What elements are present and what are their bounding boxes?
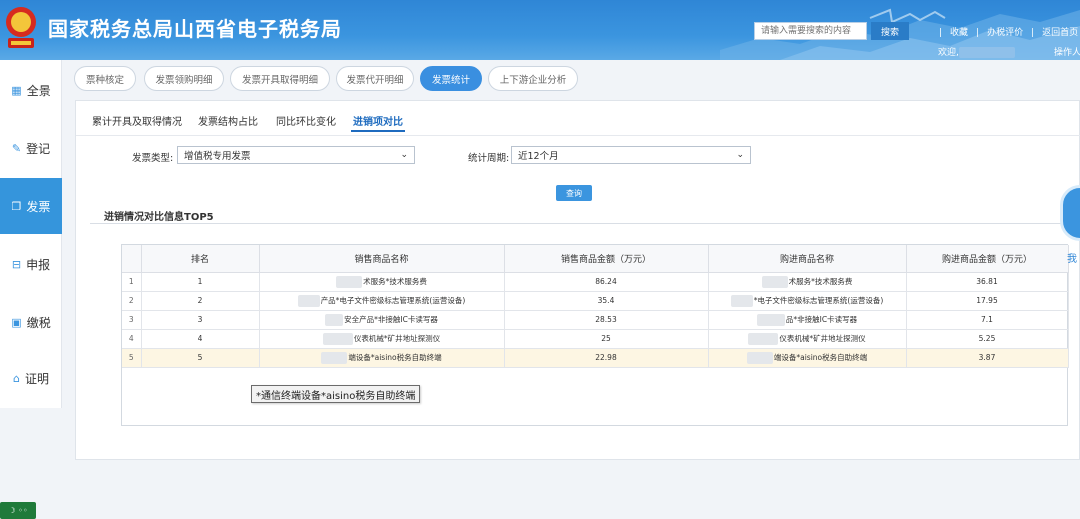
col-sale-name: 销售商品名称	[259, 245, 505, 273]
content-panel: 累计开具及取得情况 发票结构占比 同比环比变化 进销项对比 发票类型: 增值税专…	[75, 100, 1080, 460]
redacted-text	[322, 332, 353, 345]
col-rank: 排名	[141, 245, 260, 273]
tab-ticket-approval[interactable]: 票种核定	[74, 66, 136, 91]
col-index	[122, 245, 142, 273]
house-icon: ⌂	[13, 371, 20, 385]
edit-icon: ✎	[11, 141, 22, 155]
redacted-text	[748, 332, 779, 345]
tab-supply-chain[interactable]: 上下游企业分析	[488, 66, 578, 91]
table-row[interactable]: 2 2 产品*电子文件密级标志管理系统(运营设备) 35.4 *电子文件密级标志…	[122, 291, 1069, 311]
floating-assistant-button[interactable]	[1060, 185, 1080, 241]
table-header-row: 排名 销售商品名称 销售商品金额（万元） 购进商品名称 购进商品金额（万元）	[122, 245, 1069, 273]
sidebar-item-overview[interactable]: ▦ 全景	[0, 62, 62, 118]
search-input[interactable]	[754, 22, 867, 40]
subtab-yoy[interactable]: 同比环比变化	[276, 113, 336, 128]
status-chip: ☽ ◦◦	[0, 502, 36, 519]
subtab-in-out-compare[interactable]: 进销项对比	[353, 113, 403, 128]
redacted-text	[336, 275, 363, 288]
sidebar-item-register[interactable]: ✎ 登记	[0, 120, 62, 176]
tab-purchase-detail[interactable]: 发票领购明细	[144, 66, 224, 91]
favorite-link[interactable]: 收藏	[950, 28, 968, 38]
table-row-highlighted[interactable]: 5 5 端设备*aisino税务自助终端 22.98 端设备*aisino税务自…	[122, 348, 1069, 368]
declare-icon: ⊟	[11, 257, 22, 271]
redacted-text	[756, 313, 785, 326]
period-select[interactable]: 近12个月 ⌄	[511, 146, 751, 164]
section-divider	[90, 223, 1065, 224]
table-row[interactable]: 4 4 仪表机械*矿井地址探测仪 25 仪表机械*矿井地址探测仪 5.25	[122, 329, 1069, 349]
period-label: 统计周期:	[468, 153, 510, 164]
top-header: 国家税务总局山西省电子税务局 搜索 |收藏|办税评价|返回首页 欢迎, 操作人	[0, 0, 1080, 60]
redacted-text	[297, 294, 320, 307]
redacted-text	[730, 294, 753, 307]
welcome-text: 欢迎,	[938, 45, 1015, 58]
redacted-text	[761, 275, 788, 288]
col-buy-name: 购进商品名称	[708, 245, 907, 273]
operator-label: 操作人	[1054, 48, 1080, 58]
grid-icon: ▦	[11, 83, 22, 97]
top-links: | 收藏 | 办税评价 | 返回首页	[939, 28, 1079, 38]
sidebar: ▦ 全景 ✎ 登记 ❐ 发票 ⊟ 申报 ▣ 缴税 ⌂ 证明	[0, 60, 62, 408]
wallet-icon: ▣	[11, 315, 22, 329]
sidebar-item-certificate[interactable]: ⌂ 证明	[0, 350, 62, 406]
active-subtab-underline	[351, 130, 405, 132]
redacted-text	[746, 351, 773, 364]
subtab-divider	[76, 135, 1080, 136]
col-sale-amount: 销售商品金额（万元）	[504, 245, 709, 273]
sidebar-item-pay[interactable]: ▣ 缴税	[0, 294, 62, 350]
home-link[interactable]: 返回首页	[1042, 28, 1078, 38]
chevron-down-icon: ⌄	[400, 150, 408, 160]
invoice-type-select[interactable]: 增值税专用发票 ⌄	[177, 146, 415, 164]
sidebar-item-invoice[interactable]: ❐ 发票	[0, 178, 62, 234]
chevron-down-icon: ⌄	[736, 150, 744, 160]
sidebar-item-declare[interactable]: ⊟ 申报	[0, 236, 62, 292]
national-emblem-logo	[6, 7, 36, 48]
table-row[interactable]: 3 3 安全产品*非接触IC卡读写器 28.53 品*非接触IC卡读写器 7.1	[122, 310, 1069, 330]
col-buy-amount: 购进商品金额（万元）	[906, 245, 1069, 273]
cell-tooltip: *通信终端设备*aisino税务自助终端	[251, 385, 421, 403]
query-button[interactable]: 查询	[556, 185, 592, 201]
site-title: 国家税务总局山西省电子税务局	[48, 17, 342, 41]
tab-proxy-detail[interactable]: 发票代开明细	[336, 66, 414, 91]
tab-issue-detail[interactable]: 发票开具取得明细	[230, 66, 330, 91]
redacted-text	[321, 351, 348, 364]
subtab-cumulative[interactable]: 累计开具及取得情况	[92, 113, 182, 128]
rating-link[interactable]: 办税评价	[987, 28, 1023, 38]
subtab-structure[interactable]: 发票结构占比	[198, 113, 258, 128]
invoice-type-label: 发票类型:	[132, 153, 174, 164]
copy-icon: ❐	[11, 199, 22, 213]
tab-invoice-stats[interactable]: 发票统计	[420, 66, 482, 91]
redacted-username	[958, 47, 1015, 58]
table-row[interactable]: 1 1 术服务*技术服务费 86.24 术服务*技术服务费 36.81	[122, 272, 1069, 292]
search-button[interactable]: 搜索	[871, 22, 909, 40]
floating-assistant-label[interactable]: 我	[1067, 250, 1077, 265]
section-title: 进销情况对比信息TOP5	[104, 212, 214, 223]
redacted-text	[325, 313, 344, 326]
